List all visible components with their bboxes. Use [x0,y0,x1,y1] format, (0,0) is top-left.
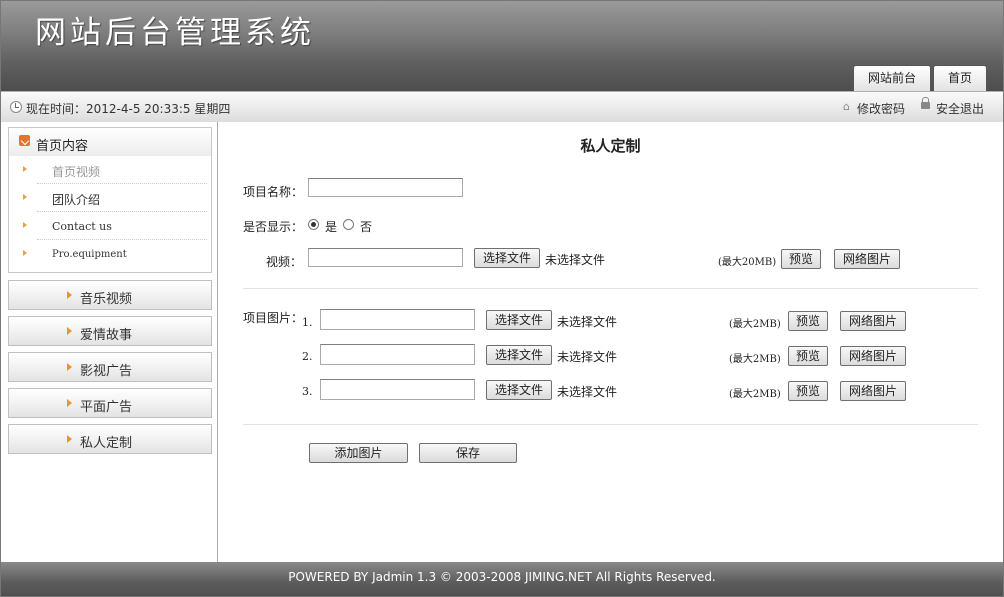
bullet-icon [23,194,27,200]
logout-link[interactable]: 安全退出 [936,100,984,117]
save-button[interactable]: 保存 [419,443,517,463]
menu-label: 音乐视频 [80,292,133,307]
arrow-right-icon [67,291,72,299]
bullet-icon [23,250,27,256]
image-2-choose-file-button[interactable]: 选择文件 [486,345,552,365]
arrow-right-icon [67,327,72,335]
sidebar-item-equipment[interactable]: Pro.equipment [9,240,211,268]
home-key-icon: ⌂ [843,100,850,113]
show-label: 是否显示： [243,220,304,234]
menu-home-content-label: 首页内容 [36,139,89,154]
image-3-no-file-text: 未选择文件 [557,385,618,399]
image-1-preview-button[interactable]: 预览 [788,311,828,331]
video-max-size: (最大20MB) [718,257,777,268]
menu-love-story[interactable]: 爱情故事 [8,316,212,346]
sidebar: 首页内容 首页视频 团队介绍 Contact us Pro.equipment [1,122,218,562]
video-no-file-text: 未选择文件 [545,253,606,267]
video-choose-file-button[interactable]: 选择文件 [474,248,540,268]
menu-music-video[interactable]: 音乐视频 [8,280,212,310]
video-label: 视频： [266,255,303,269]
image-3-max-size: (最大2MB) [729,389,781,400]
sidebar-item-label: 首页视频 [52,165,101,179]
image-row-index: 2. [302,350,313,363]
image-row-index: 3. [302,385,313,398]
image-3-path-input[interactable] [320,379,475,400]
image-1-net-image-button[interactable]: 网络图片 [840,311,906,331]
status-bar: 现在时间：2012-4-5 20:33:5 星期四 ⌂ 修改密码 安全退出 [1,91,1003,123]
video-preview-button[interactable]: 预览 [781,249,821,269]
arrow-right-icon [67,399,72,407]
project-name-input[interactable] [308,178,463,197]
image-1-no-file-text: 未选择文件 [557,315,618,329]
clock-icon [10,101,22,113]
show-no-label: 否 [360,220,373,234]
bullet-icon [23,166,27,172]
header: 网站后台管理系统 网站前台 首页 [1,1,1003,91]
menu-label: 平面广告 [80,400,133,415]
footer: POWERED BY Jadmin 1.3 © 2003-2008 JIMING… [1,562,1003,596]
sidebar-item-home-video[interactable]: 首页视频 [9,156,211,184]
sidebar-item-label: Contact us [52,220,112,233]
image-1-choose-file-button[interactable]: 选择文件 [486,310,552,330]
image-1-path-input[interactable] [320,309,475,330]
image-2-path-input[interactable] [320,344,475,365]
image-1-max-size: (最大2MB) [729,319,781,330]
arrow-right-icon [67,363,72,371]
tab-home[interactable]: 首页 [933,65,987,91]
sidebar-item-team[interactable]: 团队介绍 [9,184,211,212]
sidebar-item-label: Pro.equipment [52,249,127,260]
project-name-label: 项目名称： [243,185,304,199]
show-yes-radio[interactable] [308,219,319,230]
menu-home-content: 首页内容 首页视频 团队介绍 Contact us Pro.equipment [8,127,212,273]
image-row-index: 1. [302,316,313,329]
add-image-button[interactable]: 添加图片 [309,443,408,463]
menu-film-ads[interactable]: 影视广告 [8,352,212,382]
image-3-net-image-button[interactable]: 网络图片 [840,381,906,401]
app-window: 网站后台管理系统 网站前台 首页 现在时间：2012-4-5 20:33:5 星… [0,0,1004,597]
collapse-icon [19,135,30,146]
video-path-input[interactable] [308,248,463,267]
image-3-preview-button[interactable]: 预览 [788,381,828,401]
show-yes-label: 是 [325,220,338,234]
sidebar-item-label: 团队介绍 [52,193,101,207]
bullet-icon [23,222,27,228]
show-no-radio[interactable] [343,219,354,230]
site-title: 网站后台管理系统 [35,15,315,51]
image-2-net-image-button[interactable]: 网络图片 [840,346,906,366]
change-password-link[interactable]: 修改密码 [857,100,905,117]
menu-print-ads[interactable]: 平面广告 [8,388,212,418]
divider [243,288,978,289]
menu-custom[interactable]: 私人定制 [8,424,212,454]
arrow-right-icon [67,435,72,443]
page-title: 私人定制 [580,137,641,155]
menu-label: 影视广告 [80,364,133,379]
menu-home-content-header[interactable]: 首页内容 [9,128,211,156]
project-image-label: 项目图片： [243,311,304,325]
menu-label: 爱情故事 [80,328,133,343]
current-time: 现在时间：2012-4-5 20:33:5 星期四 [26,102,231,116]
main-content: 私人定制 项目名称： 是否显示： 是 否 视频： 选择文件 未选择文件 (最大2… [218,122,1003,562]
sidebar-item-contact[interactable]: Contact us [9,212,211,240]
image-2-no-file-text: 未选择文件 [557,350,618,364]
video-net-image-button[interactable]: 网络图片 [834,249,900,269]
lock-icon [921,97,930,109]
menu-label: 私人定制 [80,436,133,451]
image-2-max-size: (最大2MB) [729,354,781,365]
divider [243,424,978,425]
image-2-preview-button[interactable]: 预览 [788,346,828,366]
image-3-choose-file-button[interactable]: 选择文件 [486,380,552,400]
tab-website-front[interactable]: 网站前台 [853,65,931,91]
